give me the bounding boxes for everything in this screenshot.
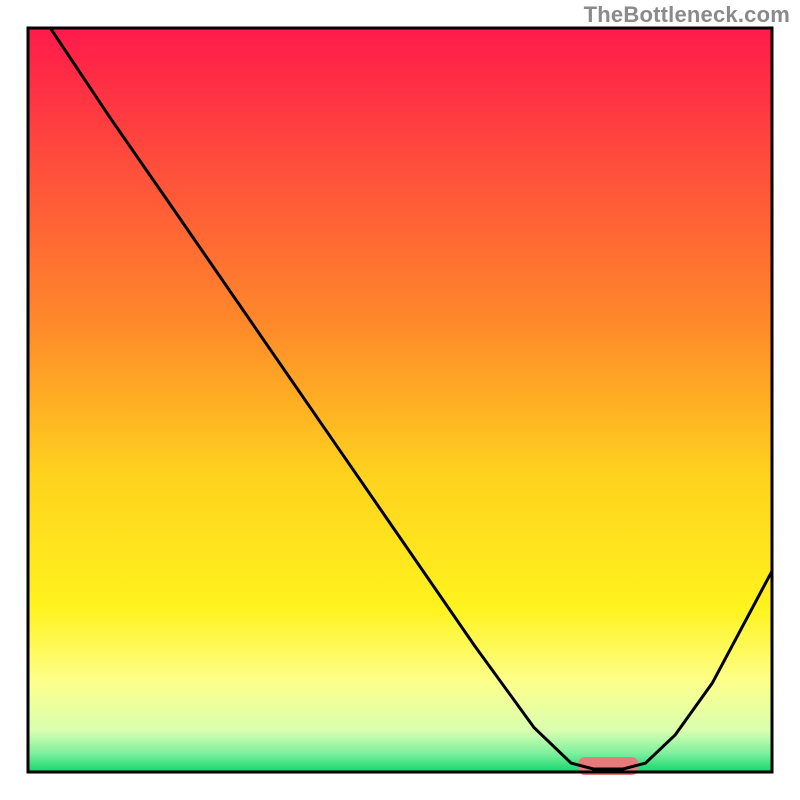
plot-background <box>28 28 772 772</box>
bottleneck-chart <box>0 0 800 800</box>
attribution-label: TheBottleneck.com <box>584 2 790 28</box>
chart-wrapper: TheBottleneck.com <box>0 0 800 800</box>
